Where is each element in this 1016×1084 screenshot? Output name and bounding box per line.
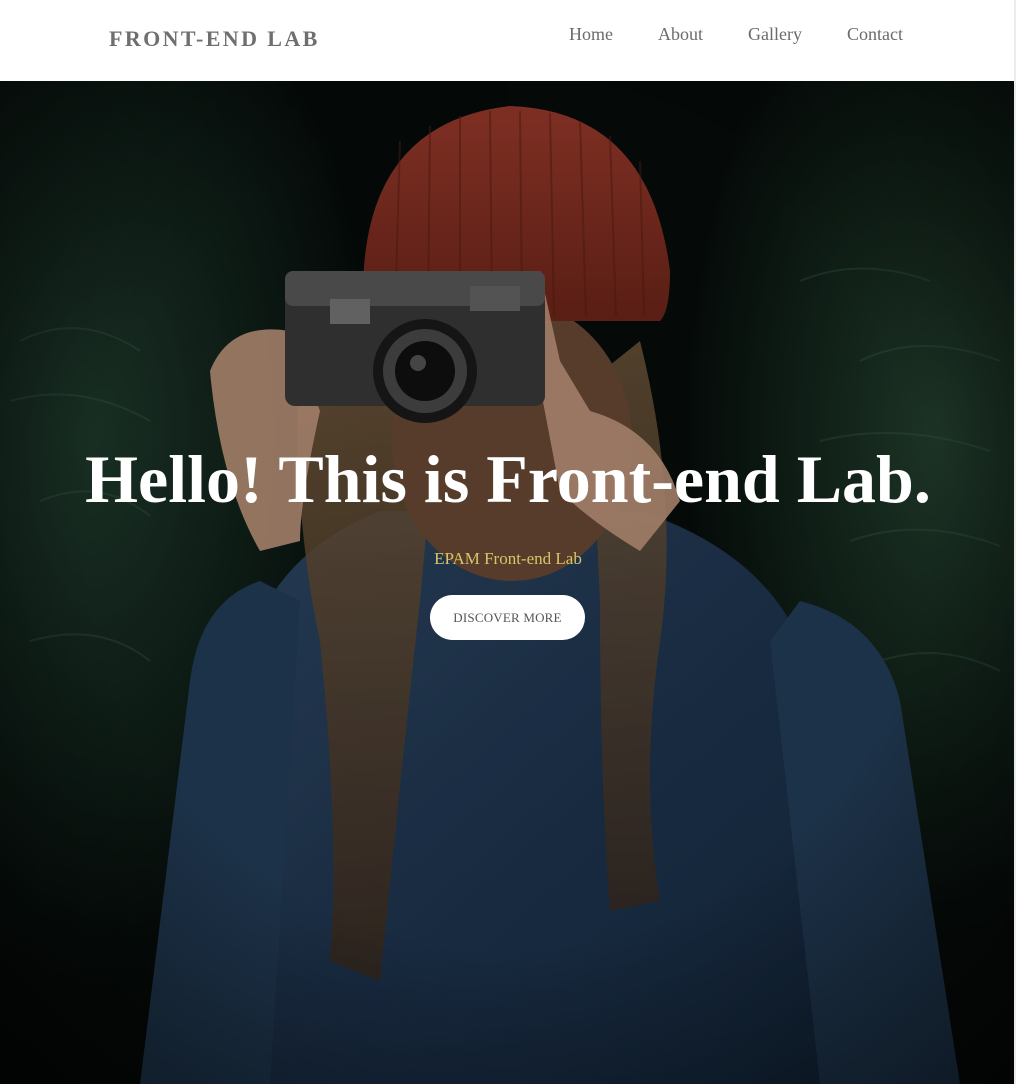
site-logo[interactable]: FRONT-END LAB bbox=[109, 26, 320, 52]
main-nav: Home About Gallery Contact bbox=[569, 24, 903, 45]
nav-link-home[interactable]: Home bbox=[569, 24, 613, 45]
hero-overlay bbox=[0, 81, 1016, 1084]
discover-more-button[interactable]: DISCOVER MORE bbox=[430, 595, 585, 640]
nav-link-contact[interactable]: Contact bbox=[847, 24, 903, 45]
hero-title: Hello! This is Front-end Lab. bbox=[85, 441, 931, 517]
hero-subtitle: EPAM Front-end Lab bbox=[434, 549, 582, 568]
nav-link-about[interactable]: About bbox=[658, 24, 703, 45]
navbar: FRONT-END LAB Home About Gallery Contact bbox=[0, 0, 1016, 81]
hero-section: Hello! This is Front-end Lab. EPAM Front… bbox=[0, 81, 1016, 1084]
nav-link-gallery[interactable]: Gallery bbox=[748, 24, 802, 45]
